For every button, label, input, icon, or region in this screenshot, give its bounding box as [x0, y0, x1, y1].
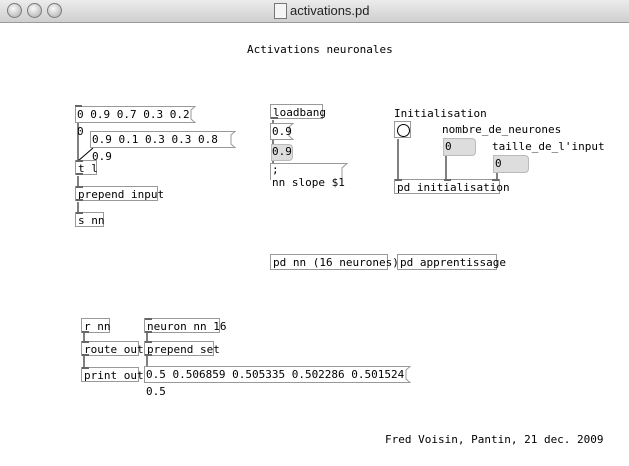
object-neuron[interactable]: neuron nn 16	[144, 318, 226, 333]
bang-circle-icon	[397, 124, 410, 137]
taille-input-comment: taille_de_l'input	[492, 140, 605, 153]
object-pd-apprentissage[interactable]: pd apprentissage	[397, 254, 506, 270]
object-receive-nn[interactable]: r nn	[81, 318, 111, 333]
object-pd-nn[interactable]: pd nn (16 neurones)	[270, 254, 399, 270]
object-send-nn[interactable]: s nn	[75, 212, 105, 227]
message-list-2[interactable]: 0.9 0.1 0.3 0.3 0.8 0.9	[90, 131, 236, 163]
patch-title-comment: Activations neuronales	[247, 43, 393, 56]
object-pd-initialisation[interactable]: pd initialisation	[394, 179, 510, 194]
object-route-out[interactable]: route out	[81, 341, 144, 356]
message-output-values[interactable]: 0.5 0.506859 0.505335 0.502286 0.501524 …	[144, 366, 411, 398]
object-trigger[interactable]: t l	[75, 160, 98, 175]
patch-cords	[77, 120, 498, 368]
object-prepend-set[interactable]: prepend set	[144, 341, 220, 356]
object-print-out[interactable]: print out	[81, 367, 144, 382]
message-nn-slope[interactable]: ; nn slope $1	[270, 163, 348, 192]
bang-button[interactable]	[394, 121, 411, 138]
object-loadbang[interactable]: loadbang	[270, 104, 326, 119]
message-0-9[interactable]: 0.9	[270, 123, 294, 140]
initialisation-comment: Initialisation	[394, 107, 487, 120]
nombre-de-neurones-comment: nombre_de_neurones	[442, 123, 562, 136]
object-prepend-input[interactable]: prepend input	[75, 186, 164, 201]
message-list-1[interactable]: 0 0.9 0.7 0.3 0.2 0	[75, 105, 196, 138]
credit-comment: Fred Voisin, Pantin, 21 dec. 2009	[385, 433, 604, 446]
number-box-nombre-value: 0	[445, 140, 452, 153]
number-box-0-9-value: 0.9	[272, 145, 292, 158]
number-box-taille-value: 0	[495, 157, 502, 170]
